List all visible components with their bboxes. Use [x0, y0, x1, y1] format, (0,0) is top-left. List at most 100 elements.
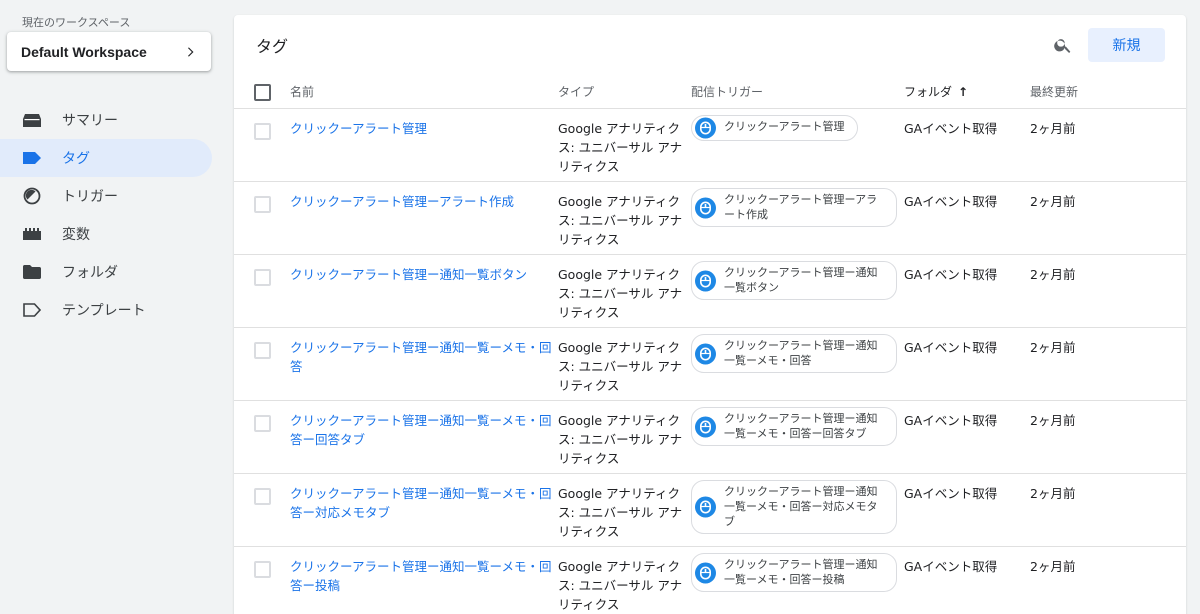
click-trigger-icon — [695, 416, 716, 437]
trigger-chip[interactable]: クリックーアラート管理 — [691, 115, 858, 141]
column-header-type[interactable]: タイプ — [558, 83, 594, 100]
tag-folder: GAイベント取得 — [904, 267, 998, 282]
sidebar-item-label: フォルダ — [62, 265, 118, 281]
sidebar-nav: サマリー タグ トリガー 変数 フォルダ テンプレート — [0, 101, 212, 329]
trigger-chip-label: クリックーアラート管理 — [724, 120, 845, 133]
tag-last-updated: 2ヶ月前 — [1030, 413, 1076, 428]
tag-type: Google アナリティクス: ユニバーサル アナリティクス — [558, 559, 683, 612]
table-row[interactable]: クリックーアラート管理ーアラート作成 Google アナリティクス: ユニバーサル… — [234, 182, 1186, 255]
summary-icon — [22, 110, 42, 130]
trigger-chip-label: クリックーアラート管理ーアラート作成 — [724, 193, 878, 221]
tag-name-link[interactable]: クリックーアラート管理ー通知一覧ボタン — [290, 265, 558, 284]
search-icon — [1054, 39, 1071, 53]
tag-last-updated: 2ヶ月前 — [1030, 486, 1076, 501]
tag-name-link[interactable]: クリックーアラート管理ーアラート作成 — [290, 192, 558, 211]
trigger-chip-label: クリックーアラート管理ー通知一覧ーメモ・回答 — [724, 339, 878, 367]
sidebar-item-triggers[interactable]: トリガー — [0, 177, 212, 215]
row-checkbox[interactable] — [254, 269, 271, 286]
trigger-chip-label: クリックーアラート管理ー通知一覧ーメモ・回答ー対応メモタブ — [724, 485, 878, 528]
tag-last-updated: 2ヶ月前 — [1030, 340, 1076, 355]
sidebar-item-variables[interactable]: 変数 — [0, 215, 212, 253]
row-checkbox[interactable] — [254, 415, 271, 432]
row-checkbox[interactable] — [254, 342, 271, 359]
tag-type: Google アナリティクス: ユニバーサル アナリティクス — [558, 340, 683, 393]
tag-type: Google アナリティクス: ユニバーサル アナリティクス — [558, 267, 683, 320]
tag-last-updated: 2ヶ月前 — [1030, 121, 1076, 136]
folder-icon — [22, 262, 42, 282]
tag-folder: GAイベント取得 — [904, 121, 998, 136]
tag-name-link[interactable]: クリックーアラート管理ー通知一覧ーメモ・回答ー回答タブ — [290, 411, 558, 449]
tags-panel: タグ 新規 名前 タイプ 配信トリガー フォルダ ↑ 最終更新 クリックーアラー… — [234, 15, 1186, 614]
tag-type: Google アナリティクス: ユニバーサル アナリティクス — [558, 194, 683, 247]
search-button[interactable] — [1048, 30, 1078, 60]
select-all-checkbox[interactable] — [254, 84, 271, 101]
column-header-trigger[interactable]: 配信トリガー — [691, 83, 763, 100]
tags-table-body: クリックーアラート管理 Google アナリティクス: ユニバーサル アナリティク… — [234, 109, 1186, 614]
sidebar-item-label: タグ — [62, 151, 90, 167]
click-trigger-icon — [695, 117, 716, 139]
sidebar: 現在のワークスペース Default Workspace サマリー タグ トリガ… — [0, 0, 222, 614]
click-trigger-icon — [695, 197, 716, 218]
sidebar-item-folders[interactable]: フォルダ — [0, 253, 212, 291]
table-row[interactable]: クリックーアラート管理ー通知一覧ーメモ・回答ー回答タブ Google アナリティク… — [234, 401, 1186, 474]
tag-type: Google アナリティクス: ユニバーサル アナリティクス — [558, 413, 683, 466]
tag-folder: GAイベント取得 — [904, 194, 998, 209]
trigger-chip[interactable]: クリックーアラート管理ー通知一覧ーメモ・回答ー対応メモタブ — [691, 480, 897, 534]
trigger-chip-label: クリックーアラート管理ー通知一覧ボタン — [724, 266, 878, 294]
trigger-chip[interactable]: クリックーアラート管理ー通知一覧ーメモ・回答ー回答タブ — [691, 407, 897, 446]
sidebar-item-tags[interactable]: タグ — [0, 139, 212, 177]
row-checkbox[interactable] — [254, 488, 271, 505]
sidebar-item-summary[interactable]: サマリー — [0, 101, 212, 139]
click-trigger-icon — [695, 270, 716, 291]
workspace-label: 現在のワークスペース — [22, 16, 131, 29]
tag-last-updated: 2ヶ月前 — [1030, 194, 1076, 209]
row-checkbox[interactable] — [254, 123, 271, 140]
tag-name-link[interactable]: クリックーアラート管理ー通知一覧ーメモ・回答ー対応メモタブ — [290, 484, 558, 522]
workspace-selector[interactable]: Default Workspace — [7, 32, 211, 71]
trigger-chip[interactable]: クリックーアラート管理ーアラート作成 — [691, 188, 897, 227]
workspace-name: Default Workspace — [21, 43, 147, 60]
sidebar-item-label: 変数 — [62, 227, 90, 243]
tag-name-link[interactable]: クリックーアラート管理ー通知一覧ーメモ・回答ー投稿 — [290, 557, 558, 595]
click-trigger-icon — [695, 496, 716, 518]
variable-icon — [22, 224, 42, 244]
tag-type: Google アナリティクス: ユニバーサル アナリティクス — [558, 486, 683, 539]
click-trigger-icon — [695, 562, 716, 583]
tag-last-updated: 2ヶ月前 — [1030, 559, 1076, 574]
table-row[interactable]: クリックーアラート管理ー通知一覧ーメモ・回答 Google アナリティクス: ユニ… — [234, 328, 1186, 401]
tag-name-link[interactable]: クリックーアラート管理ー通知一覧ーメモ・回答 — [290, 338, 558, 376]
page-title: タグ — [256, 37, 289, 56]
column-header-folder-label: フォルダ — [904, 85, 953, 99]
table-row[interactable]: クリックーアラート管理ー通知一覧ーメモ・回答ー投稿 Google アナリティクス:… — [234, 547, 1186, 614]
tag-folder: GAイベント取得 — [904, 486, 998, 501]
trigger-chip-label: クリックーアラート管理ー通知一覧ーメモ・回答ー回答タブ — [724, 412, 878, 440]
row-checkbox[interactable] — [254, 561, 271, 578]
table-row[interactable]: クリックーアラート管理 Google アナリティクス: ユニバーサル アナリティク… — [234, 109, 1186, 182]
trigger-chip-label: クリックーアラート管理ー通知一覧ーメモ・回答ー投稿 — [724, 558, 878, 586]
tag-type: Google アナリティクス: ユニバーサル アナリティクス — [558, 121, 683, 174]
tag-icon — [22, 148, 42, 168]
chevron-right-icon — [188, 46, 194, 57]
tag-folder: GAイベント取得 — [904, 559, 998, 574]
sort-arrow-up-icon: ↑ — [958, 84, 969, 99]
trigger-icon — [22, 186, 42, 206]
tag-name-link[interactable]: クリックーアラート管理 — [290, 119, 558, 138]
table-row[interactable]: クリックーアラート管理ー通知一覧ボタン Google アナリティクス: ユニバーサ… — [234, 255, 1186, 328]
click-trigger-icon — [695, 343, 716, 364]
table-row[interactable]: クリックーアラート管理ー通知一覧ーメモ・回答ー対応メモタブ Google アナリテ… — [234, 474, 1186, 547]
sidebar-item-label: テンプレート — [62, 303, 146, 319]
trigger-chip[interactable]: クリックーアラート管理ー通知一覧ボタン — [691, 261, 897, 300]
column-header-name[interactable]: 名前 — [290, 83, 314, 100]
new-tag-button[interactable]: 新規 — [1088, 28, 1165, 62]
row-checkbox[interactable] — [254, 196, 271, 213]
trigger-chip[interactable]: クリックーアラート管理ー通知一覧ーメモ・回答ー投稿 — [691, 553, 897, 592]
tag-last-updated: 2ヶ月前 — [1030, 267, 1076, 282]
tag-folder: GAイベント取得 — [904, 413, 998, 428]
column-header-updated[interactable]: 最終更新 — [1030, 83, 1078, 100]
column-header-folder[interactable]: フォルダ ↑ — [904, 83, 968, 100]
table-header: 名前 タイプ 配信トリガー フォルダ ↑ 最終更新 — [234, 75, 1186, 109]
sidebar-item-templates[interactable]: テンプレート — [0, 291, 212, 329]
sidebar-item-label: サマリー — [62, 113, 118, 129]
trigger-chip[interactable]: クリックーアラート管理ー通知一覧ーメモ・回答 — [691, 334, 897, 373]
sidebar-item-label: トリガー — [62, 189, 118, 205]
